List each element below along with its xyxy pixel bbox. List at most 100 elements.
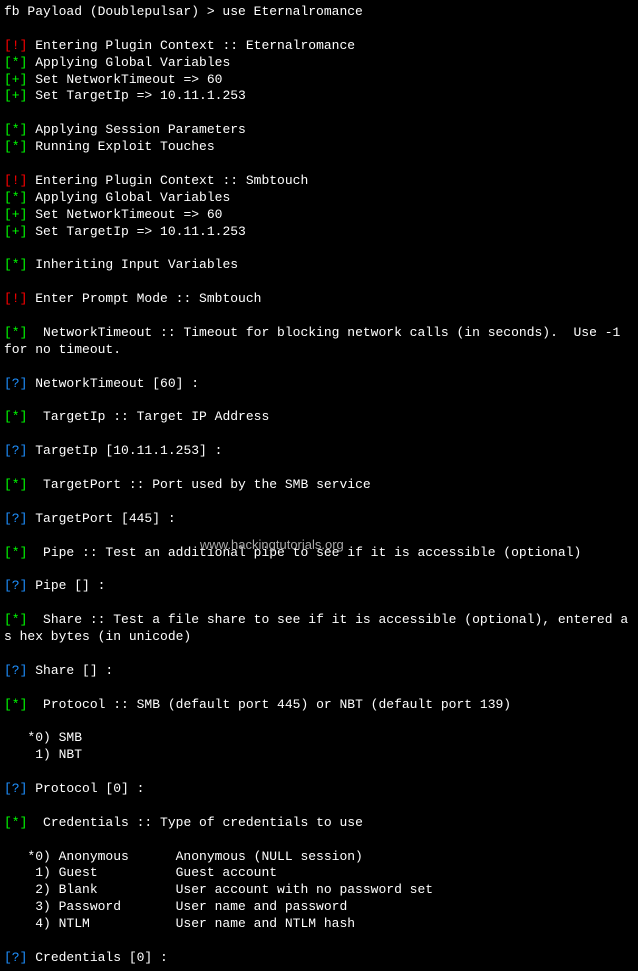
line-text: NetworkTimeout [60] :	[35, 376, 199, 391]
terminal-line: for no timeout.	[4, 342, 634, 359]
line-text: Applying Global Variables	[35, 190, 230, 205]
terminal-line	[4, 713, 634, 730]
terminal-line: 4) NTLM User name and NTLM hash	[4, 916, 634, 933]
line-text: Set TargetIp => 10.11.1.253	[35, 88, 246, 103]
line-text: Share :: Test a file share to see if it …	[35, 612, 628, 627]
terminal-line: *0) Anonymous Anonymous (NULL session)	[4, 849, 634, 866]
terminal-line: [*] TargetPort :: Port used by the SMB s…	[4, 477, 634, 494]
terminal-line	[4, 595, 634, 612]
terminal-line: [*] Credentials :: Type of credentials t…	[4, 815, 634, 832]
terminal-line	[4, 764, 634, 781]
status-tag: [!]	[4, 38, 27, 53]
terminal-line: [?] NetworkTimeout [60] :	[4, 376, 634, 393]
terminal-line: [*] Applying Session Parameters	[4, 122, 634, 139]
status-tag: [*]	[4, 257, 27, 272]
status-tag: [*]	[4, 545, 27, 560]
terminal-line	[4, 240, 634, 257]
status-tag: [?]	[4, 511, 27, 526]
status-tag: [?]	[4, 663, 27, 678]
status-tag: [*]	[4, 325, 27, 340]
terminal-output: fb Payload (Doublepulsar) > use Eternalr…	[4, 4, 634, 967]
terminal-line: 3) Password User name and password	[4, 899, 634, 916]
line-text: TargetPort [445] :	[35, 511, 175, 526]
terminal-line: s hex bytes (in unicode)	[4, 629, 634, 646]
terminal-line	[4, 933, 634, 950]
status-tag: [+]	[4, 207, 27, 222]
status-tag: [*]	[4, 815, 27, 830]
terminal-line: [?] Credentials [0] :	[4, 950, 634, 967]
terminal-line: 1) Guest Guest account	[4, 865, 634, 882]
status-tag: [*]	[4, 477, 27, 492]
blank-line	[4, 21, 634, 38]
terminal-line	[4, 156, 634, 173]
line-text: Running Exploit Touches	[35, 139, 214, 154]
line-text: Credentials [0] :	[35, 950, 168, 965]
terminal-line	[4, 274, 634, 291]
line-text: NetworkTimeout :: Timeout for blocking n…	[35, 325, 620, 340]
terminal-line	[4, 308, 634, 325]
terminal-line: [*] TargetIp :: Target IP Address	[4, 409, 634, 426]
terminal-line	[4, 105, 634, 122]
watermark: www.hackingtutorials.org	[200, 537, 344, 554]
line-text: Enter Prompt Mode :: Smbtouch	[35, 291, 261, 306]
terminal-line: [*] Running Exploit Touches	[4, 139, 634, 156]
terminal-line: [!] Entering Plugin Context :: Eternalro…	[4, 38, 634, 55]
line-text: Applying Global Variables	[35, 55, 230, 70]
terminal-line: [+] Set NetworkTimeout => 60	[4, 72, 634, 89]
status-tag: [+]	[4, 224, 27, 239]
line-text: Protocol [0] :	[35, 781, 144, 796]
terminal-line: [*] Applying Global Variables	[4, 190, 634, 207]
terminal-line: [*] Inheriting Input Variables	[4, 257, 634, 274]
terminal-line	[4, 494, 634, 511]
status-tag: [?]	[4, 781, 27, 796]
terminal-line: [?] Pipe [] :	[4, 578, 634, 595]
status-tag: [?]	[4, 443, 27, 458]
terminal-line: [!] Entering Plugin Context :: Smbtouch	[4, 173, 634, 190]
line-text: TargetIp :: Target IP Address	[35, 409, 269, 424]
command-prompt[interactable]: fb Payload (Doublepulsar) > use Eternalr…	[4, 4, 634, 21]
line-text: Pipe [] :	[35, 578, 105, 593]
output-lines: [!] Entering Plugin Context :: Eternalro…	[4, 38, 634, 967]
status-tag: [?]	[4, 578, 27, 593]
status-tag: [!]	[4, 291, 27, 306]
terminal-line	[4, 359, 634, 376]
terminal-line: [+] Set TargetIp => 10.11.1.253	[4, 88, 634, 105]
status-tag: [*]	[4, 139, 27, 154]
terminal-line: [!] Enter Prompt Mode :: Smbtouch	[4, 291, 634, 308]
terminal-line: [*] NetworkTimeout :: Timeout for blocki…	[4, 325, 634, 342]
status-tag: [!]	[4, 173, 27, 188]
terminal-line: 1) NBT	[4, 747, 634, 764]
terminal-line: [+] Set TargetIp => 10.11.1.253	[4, 224, 634, 241]
terminal-line	[4, 832, 634, 849]
status-tag: [?]	[4, 950, 27, 965]
status-tag: [?]	[4, 376, 27, 391]
line-text: Entering Plugin Context :: Eternalromanc…	[35, 38, 355, 53]
terminal-line: [?] Protocol [0] :	[4, 781, 634, 798]
status-tag: [+]	[4, 72, 27, 87]
line-text: Set NetworkTimeout => 60	[35, 72, 222, 87]
terminal-line: [?] TargetIp [10.11.1.253] :	[4, 443, 634, 460]
status-tag: [*]	[4, 55, 27, 70]
terminal-line	[4, 460, 634, 477]
terminal-line: [?] TargetPort [445] :	[4, 511, 634, 528]
terminal-line: [*] Share :: Test a file share to see if…	[4, 612, 634, 629]
terminal-line	[4, 426, 634, 443]
status-tag: [*]	[4, 612, 27, 627]
line-text: Set TargetIp => 10.11.1.253	[35, 224, 246, 239]
terminal-line: [*] Applying Global Variables	[4, 55, 634, 72]
status-tag: [*]	[4, 190, 27, 205]
line-text: Entering Plugin Context :: Smbtouch	[35, 173, 308, 188]
line-text: Share [] :	[35, 663, 113, 678]
terminal-line	[4, 392, 634, 409]
status-tag: [+]	[4, 88, 27, 103]
line-text: Applying Session Parameters	[35, 122, 246, 137]
status-tag: [*]	[4, 697, 27, 712]
line-text: TargetIp [10.11.1.253] :	[35, 443, 222, 458]
terminal-line	[4, 561, 634, 578]
terminal-line: [*] Protocol :: SMB (default port 445) o…	[4, 697, 634, 714]
line-text: Credentials :: Type of credentials to us…	[35, 815, 363, 830]
status-tag: [*]	[4, 122, 27, 137]
terminal-line: 2) Blank User account with no password s…	[4, 882, 634, 899]
line-text: Set NetworkTimeout => 60	[35, 207, 222, 222]
terminal-line: [?] Share [] :	[4, 663, 634, 680]
